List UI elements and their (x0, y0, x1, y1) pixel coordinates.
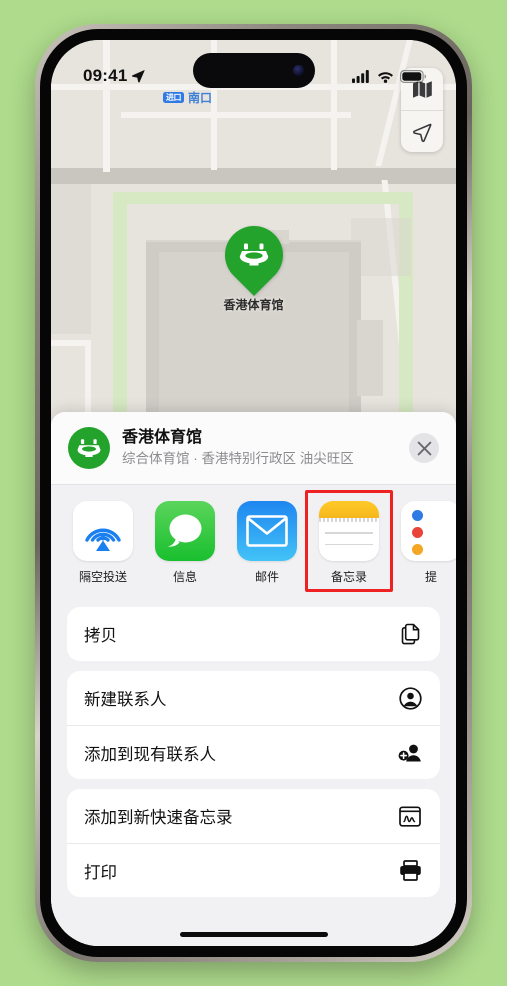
share-app-reminders[interactable]: 提 (401, 501, 456, 585)
share-app-label: 信息 (172, 570, 197, 584)
action-label: 添加到新快速备忘录 (84, 809, 233, 827)
status-bar-time: 09:41 (83, 66, 128, 85)
cellular-signal-icon (352, 69, 369, 83)
status-bar-right (352, 69, 426, 83)
speech-bubble-icon (168, 514, 202, 547)
stadium-icon (239, 243, 268, 266)
share-target-title: 香港体育馆 (122, 429, 203, 447)
reminders-dot-blue (412, 510, 423, 521)
copy-glyph (401, 623, 419, 645)
share-app-label: 提 (424, 570, 437, 584)
person-add-glyph (398, 744, 421, 762)
person-circle-icon (397, 686, 423, 710)
location-arrow-icon (412, 123, 432, 142)
share-target-avatar (68, 427, 110, 469)
map-park (113, 192, 413, 204)
stadium-icon (77, 438, 101, 457)
action-label: 添加到现有联系人 (84, 745, 216, 764)
phone-screen: 进口 南口 香港体育馆 09:41 香港体育馆 综合体育馆 · 香港特别行政区 … (51, 40, 456, 946)
action-label: 打印 (84, 863, 117, 882)
home-indicator[interactable] (179, 932, 328, 937)
action-row-print[interactable]: 打印 (67, 843, 440, 897)
notes-icon-band (319, 501, 379, 518)
person-circle-glyph (398, 686, 422, 710)
action-label: 拷贝 (84, 627, 117, 645)
printer-icon (397, 860, 423, 881)
action-group-notes: 添加到新快速备忘录 打印 (67, 789, 440, 897)
share-app-notes[interactable]: 备忘录 (305, 490, 393, 592)
share-app-messages[interactable]: 信息 (155, 501, 215, 585)
share-app-airdrop[interactable]: 隔空投送 (73, 501, 133, 585)
action-row-new-contact[interactable]: 新建联系人 (67, 671, 440, 725)
notes-icon-line (325, 543, 373, 545)
phone-frame: 进口 南口 香港体育馆 09:41 香港体育馆 综合体育馆 · 香港特别行政区 … (35, 24, 472, 962)
phone-bezel: 进口 南口 香港体育馆 09:41 香港体育馆 综合体育馆 · 香港特别行政区 … (40, 29, 467, 957)
share-app-mail[interactable]: 邮件 (237, 501, 297, 585)
dynamic-island[interactable] (192, 53, 315, 88)
reminders-icon (401, 501, 456, 561)
action-row-copy[interactable]: 拷贝 (67, 607, 440, 661)
quick-note-icon (397, 805, 423, 827)
airdrop-icon (73, 501, 133, 561)
action-label: 新建联系人 (84, 691, 167, 709)
airdrop-glyph (85, 528, 121, 551)
reminders-dot-red (412, 527, 423, 538)
share-apps-row[interactable]: 隔空投送 信息 邮件 备忘录 提 (51, 484, 456, 597)
mail-icon (237, 501, 297, 561)
notes-icon (319, 501, 379, 561)
map-road (51, 168, 456, 184)
share-target-subtitle: 综合体育馆 · 香港特别行政区 油尖旺区 (122, 451, 354, 467)
map-pin-bubble (212, 213, 295, 297)
map-block (357, 320, 383, 396)
person-add-icon (397, 742, 423, 763)
front-camera-icon (292, 65, 304, 76)
share-app-label: 备忘录 (330, 570, 367, 584)
close-icon (417, 441, 431, 455)
share-target-info: 香港体育馆 综合体育馆 · 香港特别行政区 油尖旺区 (122, 428, 397, 468)
envelope-icon (246, 515, 288, 547)
status-bar-left: 09:41 (83, 66, 146, 86)
share-sheet-header: 香港体育馆 综合体育馆 · 香港特别行政区 油尖旺区 (51, 412, 456, 484)
map-pin[interactable]: 香港体育馆 (212, 213, 295, 313)
share-app-label: 隔空投送 (78, 570, 127, 584)
close-button[interactable] (409, 433, 439, 463)
reminders-dot-orange (412, 544, 423, 555)
wifi-icon (378, 71, 393, 83)
map-block (51, 184, 91, 334)
action-group-copy: 拷贝 (67, 607, 440, 661)
share-sheet: 香港体育馆 综合体育馆 · 香港特别行政区 油尖旺区 隔空投送 信息 邮件 备忘… (51, 412, 456, 946)
action-row-add-existing-contact[interactable]: 添加到现有联系人 (67, 725, 440, 779)
share-app-label: 邮件 (254, 570, 279, 584)
notes-icon-line (325, 532, 373, 534)
battery-icon (400, 69, 426, 83)
copy-icon (397, 623, 423, 645)
user-location-button[interactable] (401, 110, 443, 152)
action-row-new-quick-note[interactable]: 添加到新快速备忘录 (67, 789, 440, 843)
map-road (121, 112, 351, 118)
location-arrow-icon (132, 70, 146, 83)
quick-note-glyph (399, 805, 421, 827)
notes-icon-perforation (319, 518, 379, 522)
action-group-contacts: 新建联系人 添加到现有联系人 (67, 671, 440, 779)
map-pin-label: 香港体育馆 (223, 298, 284, 312)
messages-icon (155, 501, 215, 561)
printer-glyph (399, 860, 421, 881)
